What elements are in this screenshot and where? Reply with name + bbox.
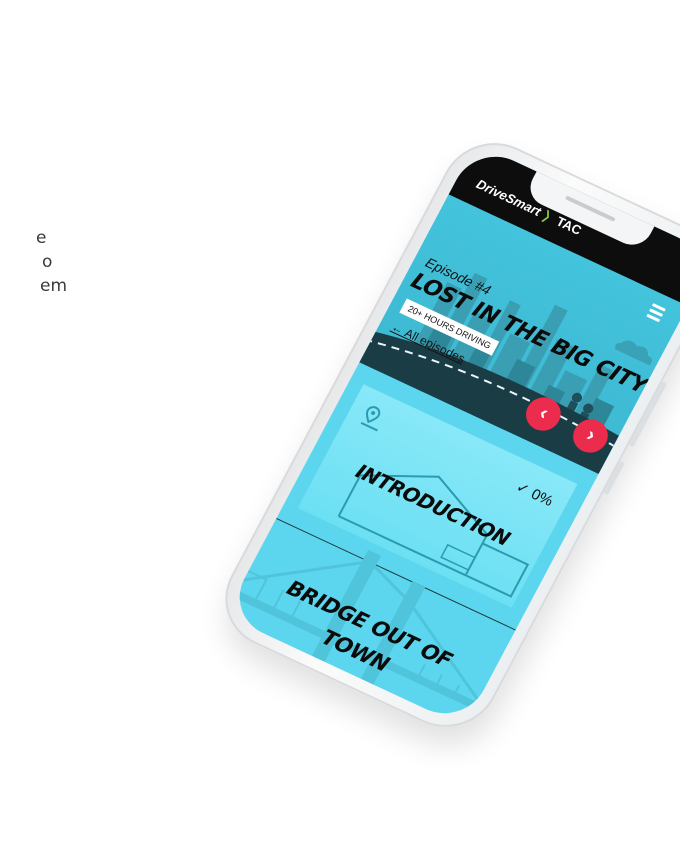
side-text-line-3: em: [40, 276, 68, 296]
side-text-fragment: e o em: [0, 226, 67, 298]
location-pin-icon: [360, 406, 381, 432]
phone-screen: DriveSmart❭TAC Episode #4 LOST IN THE BI…: [224, 143, 680, 727]
phone-frame: DriveSmart❭TAC Episode #4 LOST IN THE BI…: [206, 126, 680, 744]
phone-mockup: DriveSmart❭TAC Episode #4 LOST IN THE BI…: [206, 126, 680, 744]
side-text-line-2: o: [42, 252, 53, 272]
side-text-line-1: e: [36, 228, 47, 248]
phone-side-button: [603, 460, 625, 495]
